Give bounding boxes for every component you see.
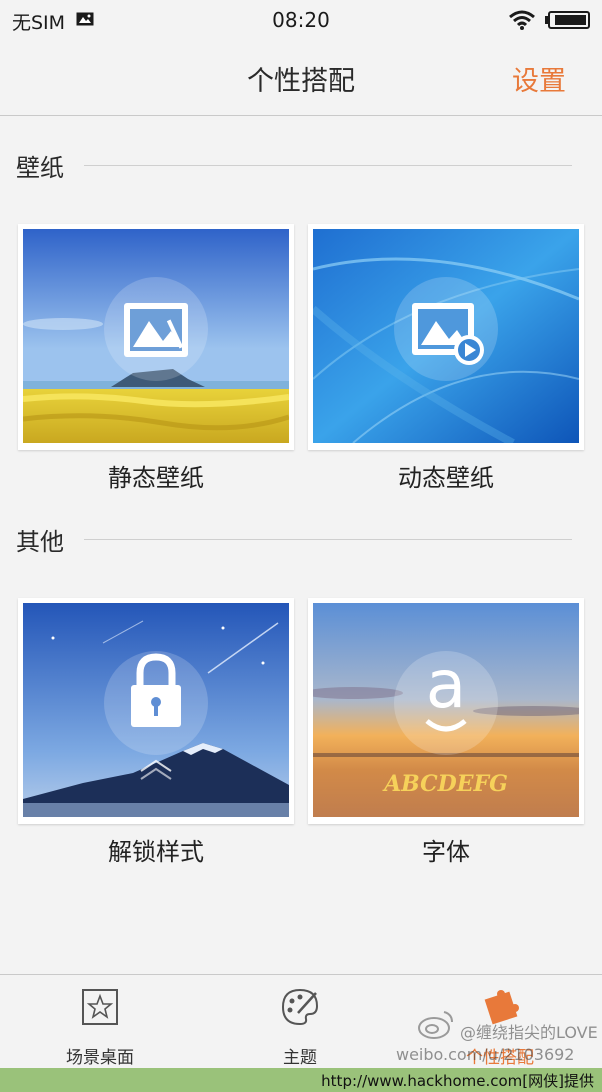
settings-button[interactable]: 设置 — [512, 59, 566, 98]
section-label: 壁纸 — [16, 154, 64, 182]
live-wallpaper-thumbnail — [313, 229, 579, 443]
tile-frame — [308, 224, 584, 450]
font-sample-text: ABCDEFG — [382, 771, 508, 797]
status-bar: 无SIM 08:20 — [0, 0, 602, 40]
tile-label: 字体 — [422, 838, 470, 866]
source-footer-text: http://www.hackhome.com[网侠]提供 — [321, 1072, 594, 1090]
tile-frame — [18, 224, 294, 450]
section-label: 其他 — [16, 528, 64, 556]
source-footer: http://www.hackhome.com[网侠]提供 — [0, 1068, 602, 1092]
puzzle-icon — [484, 990, 519, 1025]
section-header-wallpaper: 壁纸 — [16, 148, 572, 182]
tab-theme[interactable]: 主题 — [200, 975, 400, 1069]
tab-label: 主题 — [283, 1048, 317, 1068]
app-root: 无SIM 08:20 个性搭配 设置 壁纸 静态壁纸 动态壁纸 其他 解锁样式 … — [0, 0, 602, 1092]
font-a-glyph: a — [426, 646, 466, 723]
battery-icon — [545, 11, 590, 29]
tab-scene-desktop[interactable]: 场景桌面 — [0, 975, 200, 1069]
section-divider — [84, 539, 572, 540]
star-frame-icon — [82, 989, 118, 1025]
tile-label: 动态壁纸 — [398, 464, 494, 492]
tile-label: 静态壁纸 — [108, 464, 204, 492]
wifi-icon — [509, 10, 535, 30]
watermark-handle: @缠绕指尖的LOVE — [460, 1023, 598, 1042]
palette-icon — [281, 988, 319, 1026]
static-wallpaper-thumbnail — [23, 229, 289, 443]
section-header-others: 其他 — [16, 522, 572, 556]
section-divider — [84, 165, 572, 166]
nav-bar: 个性搭配 设置 — [0, 40, 602, 116]
tab-label: 场景桌面 — [66, 1048, 134, 1068]
tile-frame: a ABCDEFG — [308, 598, 584, 824]
font-thumbnail: a ABCDEFG — [313, 603, 579, 817]
watermark-text: @缠绕指尖的LOVE weibo.com/u/2103692 — [396, 1022, 598, 1066]
tile-frame — [18, 598, 294, 824]
picture-icon — [124, 303, 188, 357]
watermark-url: weibo.com/u/2103692 — [396, 1045, 575, 1064]
tile-label: 解锁样式 — [108, 838, 204, 866]
unlock-style-thumbnail — [23, 603, 289, 817]
